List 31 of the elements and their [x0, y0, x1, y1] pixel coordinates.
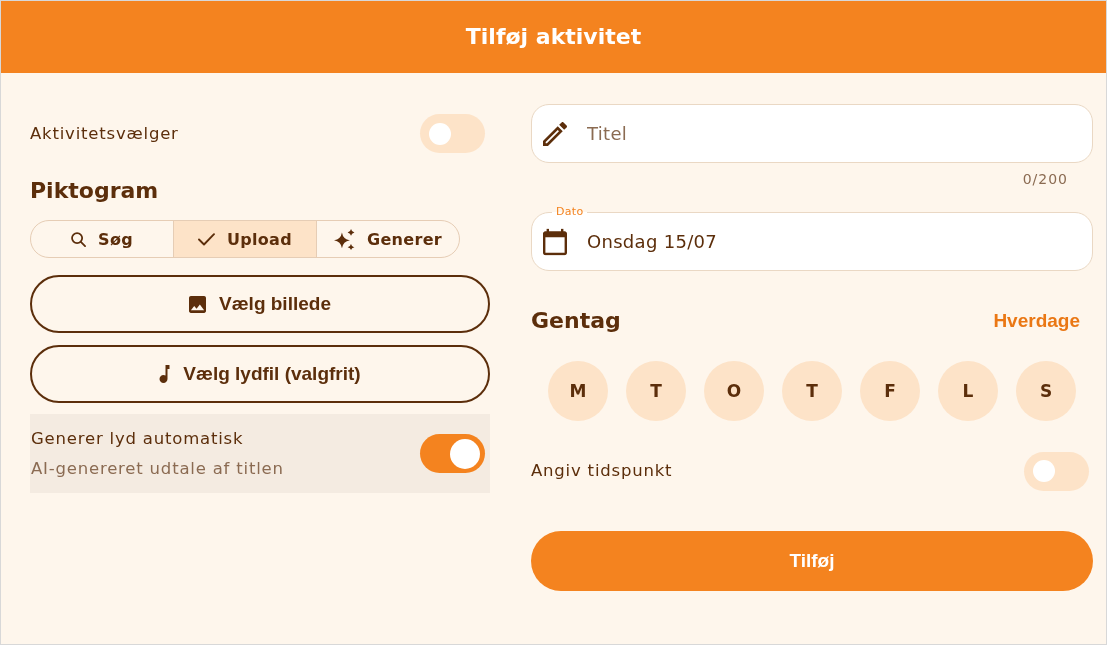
- weekday-toggle[interactable]: T: [626, 361, 686, 421]
- weekday-toggle[interactable]: O: [704, 361, 764, 421]
- toggle-switch[interactable]: [1024, 451, 1089, 491]
- setting-label: Generer lyd automatisk: [31, 427, 245, 450]
- weekday-toggle[interactable]: L: [938, 361, 998, 421]
- toggle-switch[interactable]: [420, 114, 485, 153]
- segment-tab[interactable]: Søg: [31, 221, 173, 257]
- pick-file-button[interactable]: Vælg billede: [30, 275, 490, 333]
- weekday-toggle[interactable]: T: [782, 361, 842, 421]
- segment-tab[interactable]: Upload: [173, 221, 316, 257]
- toggle-switch[interactable]: [420, 434, 485, 473]
- check-icon: [198, 232, 215, 246]
- pencil-icon: [543, 121, 567, 146]
- weekday-toggle[interactable]: F: [860, 361, 920, 421]
- section-heading: Gentag: [531, 307, 621, 335]
- image-icon: [189, 295, 207, 313]
- weekday-toggle[interactable]: S: [1016, 361, 1076, 421]
- pick-file-button[interactable]: Vælg lydfil (valgfrit): [30, 345, 490, 403]
- setting-label: Aktivitetsvælger: [30, 122, 179, 145]
- setting-description: AI-genereret udtale af titlen: [31, 457, 284, 480]
- calendar-icon: [543, 228, 567, 255]
- weekday-toggle[interactable]: M: [548, 361, 608, 421]
- title-input-field[interactable]: Titel: [531, 104, 1093, 163]
- sparkles-icon: [334, 228, 355, 250]
- setting-label: Angiv tidspunkt: [531, 460, 673, 482]
- character-counter: 0/200: [1022, 171, 1068, 188]
- search-icon: [71, 231, 87, 247]
- music-note-icon: [159, 365, 171, 383]
- window-title: Tilføj aktivitet: [465, 23, 642, 51]
- segment-tab[interactable]: Generer: [316, 221, 459, 257]
- section-heading: Piktogram: [30, 177, 160, 205]
